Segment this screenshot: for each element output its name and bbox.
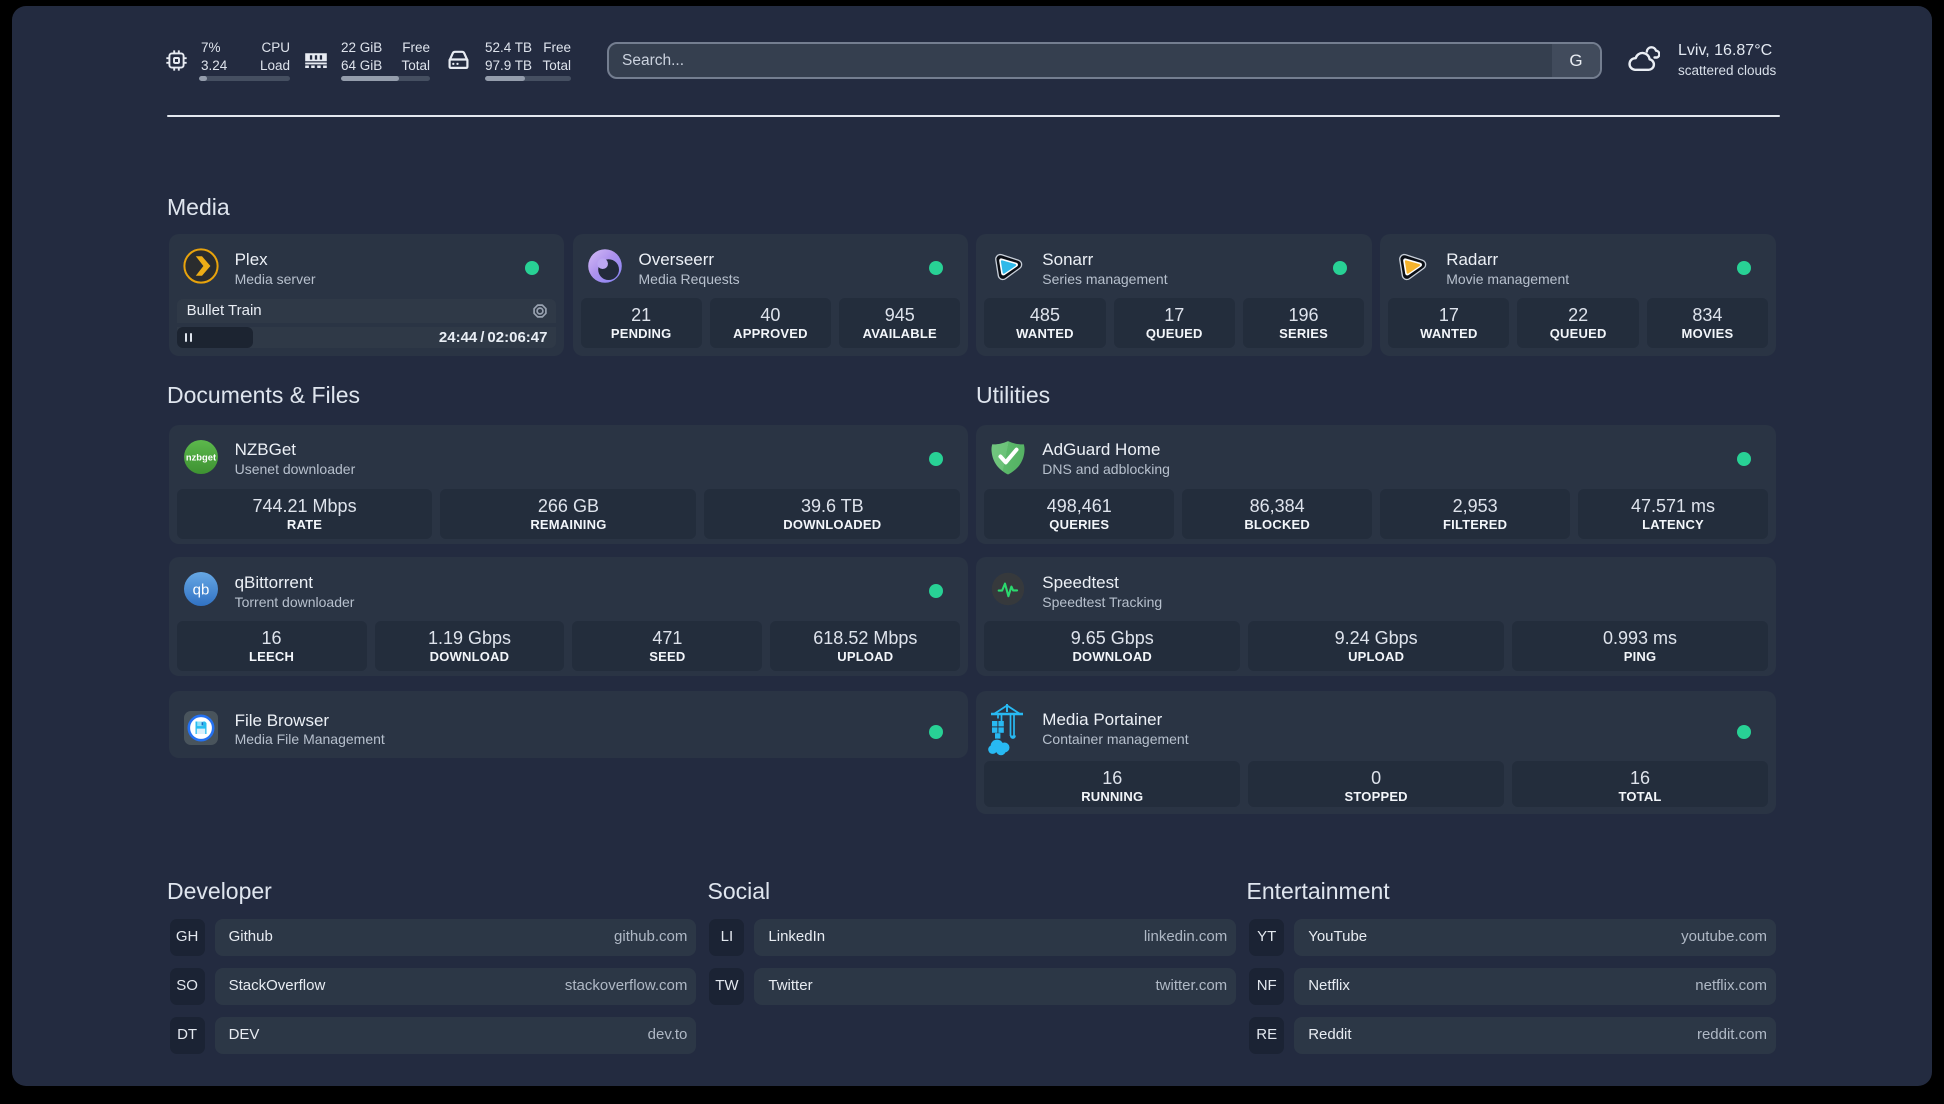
svg-text:qb: qb <box>192 582 209 599</box>
svg-text:nzbget: nzbget <box>185 451 215 462</box>
